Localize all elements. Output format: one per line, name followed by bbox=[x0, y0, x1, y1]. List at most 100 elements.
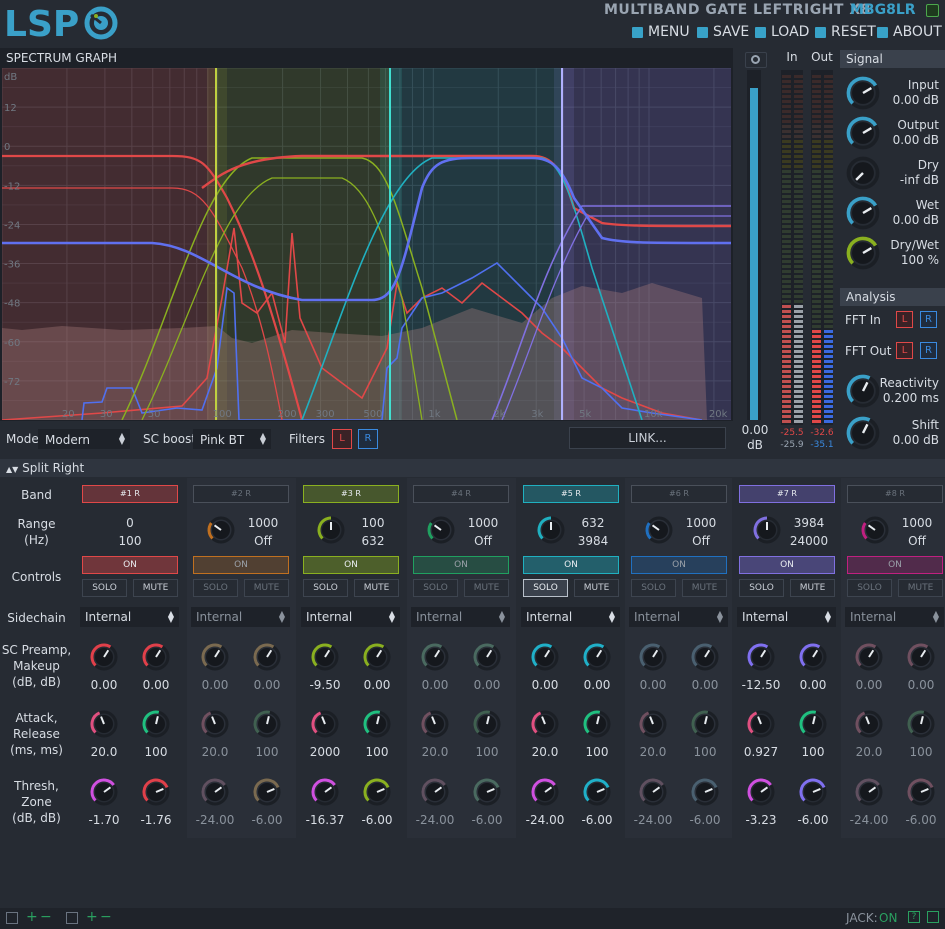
band-select-button[interactable]: #5 R bbox=[523, 485, 619, 503]
solo-button[interactable]: SOLO bbox=[523, 579, 568, 597]
release-knob[interactable] bbox=[473, 710, 501, 738]
preamp-knob[interactable] bbox=[201, 643, 229, 671]
preamp-knob[interactable] bbox=[855, 643, 883, 671]
font-larger-icon[interactable]: + bbox=[86, 909, 98, 925]
save-button[interactable]: SAVE bbox=[697, 24, 749, 40]
zone-knob[interactable] bbox=[253, 778, 281, 806]
sidechain-select[interactable]: Internal ▲ ▼ bbox=[845, 607, 944, 627]
sidechain-select[interactable]: Internal ▲ ▼ bbox=[191, 607, 290, 627]
release-knob[interactable] bbox=[253, 710, 281, 738]
release-knob[interactable] bbox=[799, 710, 827, 738]
window-icon[interactable] bbox=[6, 912, 18, 924]
knob-icon[interactable] bbox=[846, 156, 880, 190]
band-on-button[interactable]: ON bbox=[847, 556, 943, 574]
attack-knob[interactable] bbox=[311, 710, 339, 738]
menu-button[interactable]: MENU bbox=[632, 24, 690, 40]
threshold-knob[interactable] bbox=[855, 778, 883, 806]
solo-button[interactable]: SOLO bbox=[193, 579, 238, 597]
band-on-button[interactable]: ON bbox=[193, 556, 289, 574]
zone-knob[interactable] bbox=[907, 778, 935, 806]
sidechain-select[interactable]: Internal ▲ ▼ bbox=[737, 607, 836, 627]
zone-knob[interactable] bbox=[142, 778, 170, 806]
release-knob[interactable] bbox=[142, 710, 170, 738]
threshold-knob[interactable] bbox=[747, 778, 775, 806]
band-select-button[interactable]: #2 R bbox=[193, 485, 289, 503]
solo-button[interactable]: SOLO bbox=[303, 579, 348, 597]
solo-button[interactable]: SOLO bbox=[82, 579, 127, 597]
makeup-knob[interactable] bbox=[253, 643, 281, 671]
attack-knob[interactable] bbox=[639, 710, 667, 738]
release-knob[interactable] bbox=[583, 710, 611, 738]
band-select-button[interactable]: #6 R bbox=[631, 485, 727, 503]
signal-knob-dry[interactable]: Dry -inf dB bbox=[840, 152, 945, 192]
attack-knob[interactable] bbox=[201, 710, 229, 738]
knob-icon[interactable] bbox=[846, 196, 880, 230]
signal-knob-wet[interactable]: Wet 0.00 dB bbox=[840, 192, 945, 232]
band-select-button[interactable]: #8 R bbox=[847, 485, 943, 503]
spectrum-graph[interactable]: 12 0 -12 -24 -36 -48 -60 -72 20 30 50 100 200 300 500… bbox=[2, 68, 731, 420]
range-knob[interactable] bbox=[645, 516, 673, 544]
about-button[interactable]: ABOUT bbox=[877, 24, 942, 40]
knob-icon[interactable] bbox=[846, 76, 880, 110]
band-on-button[interactable]: ON bbox=[303, 556, 399, 574]
release-knob[interactable] bbox=[907, 710, 935, 738]
range-knob[interactable] bbox=[317, 516, 345, 544]
attack-knob[interactable] bbox=[855, 710, 883, 738]
knob-icon[interactable] bbox=[846, 116, 880, 150]
range-knob[interactable] bbox=[207, 516, 235, 544]
analysis-knob-reactivity[interactable]: Reactivity 0.200 ms bbox=[840, 370, 945, 410]
knob-icon[interactable] bbox=[846, 374, 880, 408]
band-on-button[interactable]: ON bbox=[523, 556, 619, 574]
fft-in-r-button[interactable]: R bbox=[920, 311, 937, 328]
signal-knob-input[interactable]: Input 0.00 dB bbox=[840, 72, 945, 112]
mute-button[interactable]: MUTE bbox=[898, 579, 943, 597]
font-smaller-icon[interactable]: − bbox=[100, 909, 112, 925]
preamp-knob[interactable] bbox=[311, 643, 339, 671]
fft-out-l-button[interactable]: L bbox=[896, 342, 913, 359]
sidechain-select[interactable]: Internal ▲ ▼ bbox=[301, 607, 400, 627]
makeup-knob[interactable] bbox=[583, 643, 611, 671]
help-icon[interactable]: ? bbox=[908, 911, 920, 923]
mute-button[interactable]: MUTE bbox=[790, 579, 835, 597]
filter-l-button[interactable]: L bbox=[332, 429, 352, 449]
threshold-knob[interactable] bbox=[639, 778, 667, 806]
makeup-knob[interactable] bbox=[473, 643, 501, 671]
solo-button[interactable]: SOLO bbox=[847, 579, 892, 597]
range-knob[interactable] bbox=[427, 516, 455, 544]
zone-knob[interactable] bbox=[473, 778, 501, 806]
zone-knob[interactable] bbox=[799, 778, 827, 806]
attack-knob[interactable] bbox=[421, 710, 449, 738]
preamp-knob[interactable] bbox=[639, 643, 667, 671]
mute-button[interactable]: MUTE bbox=[464, 579, 509, 597]
threshold-knob[interactable] bbox=[421, 778, 449, 806]
threshold-knob[interactable] bbox=[311, 778, 339, 806]
release-knob[interactable] bbox=[691, 710, 719, 738]
split-right-bar[interactable]: ▲▼ Split Right bbox=[0, 459, 945, 477]
makeup-knob[interactable] bbox=[799, 643, 827, 671]
analysis-knob-shift[interactable]: Shift 0.00 dB bbox=[840, 412, 945, 452]
band-on-button[interactable]: ON bbox=[413, 556, 509, 574]
threshold-knob[interactable] bbox=[90, 778, 118, 806]
knob-icon[interactable] bbox=[846, 236, 880, 270]
mode-select[interactable]: Modern ▲ ▼ bbox=[38, 429, 130, 449]
fft-in-l-button[interactable]: L bbox=[896, 311, 913, 328]
fft-out-r-button[interactable]: R bbox=[920, 342, 937, 359]
zone-knob[interactable] bbox=[691, 778, 719, 806]
range-knob[interactable] bbox=[861, 516, 889, 544]
mute-button[interactable]: MUTE bbox=[133, 579, 178, 597]
load-button[interactable]: LOAD bbox=[755, 24, 809, 40]
threshold-knob[interactable] bbox=[531, 778, 559, 806]
power-icon[interactable] bbox=[926, 4, 939, 17]
attack-knob[interactable] bbox=[747, 710, 775, 738]
makeup-knob[interactable] bbox=[691, 643, 719, 671]
band-select-button[interactable]: #1 R bbox=[82, 485, 178, 503]
threshold-knob[interactable] bbox=[201, 778, 229, 806]
mute-button[interactable]: MUTE bbox=[354, 579, 399, 597]
zone-knob[interactable] bbox=[363, 778, 391, 806]
band-on-button[interactable]: ON bbox=[631, 556, 727, 574]
attack-knob[interactable] bbox=[531, 710, 559, 738]
mute-button[interactable]: MUTE bbox=[682, 579, 727, 597]
makeup-knob[interactable] bbox=[363, 643, 391, 671]
preamp-knob[interactable] bbox=[747, 643, 775, 671]
zoom-in-icon[interactable]: + bbox=[26, 909, 38, 925]
